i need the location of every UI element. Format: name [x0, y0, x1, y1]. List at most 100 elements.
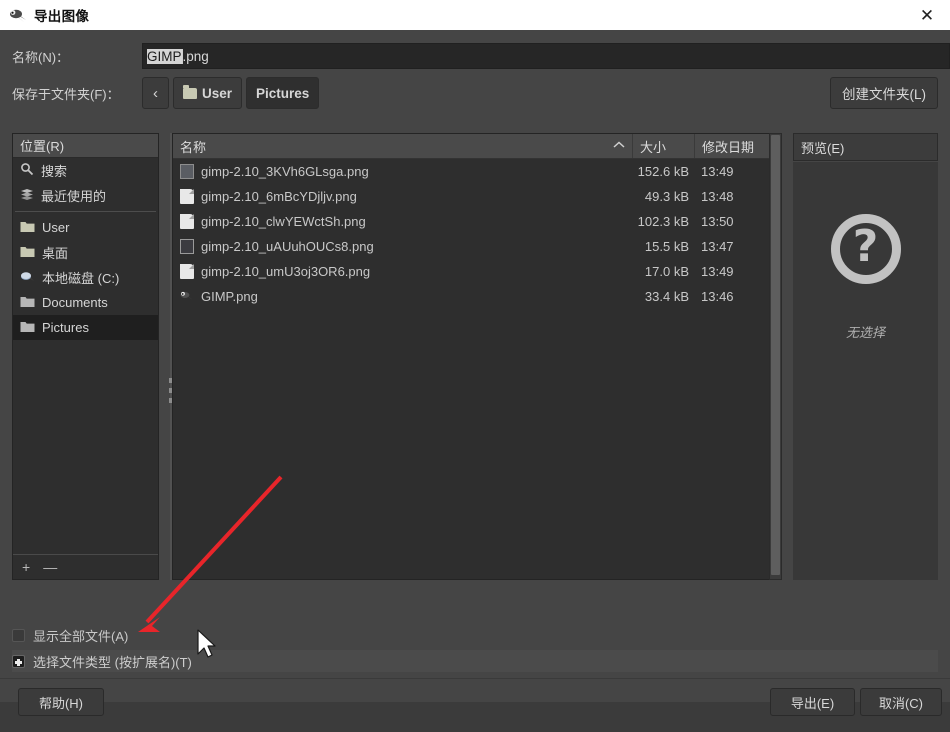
panel-splitter[interactable] — [159, 133, 172, 580]
places-header: 位置(R) — [13, 134, 158, 158]
checkbox-icon[interactable] — [12, 629, 25, 642]
table-row[interactable]: gimp-2.10_6mBcYDjljv.png 49.3 kB 13:48 — [173, 184, 781, 209]
file-name-cell: gimp-2.10_clwYEWctSh.png — [173, 214, 633, 229]
folder-icon — [20, 245, 35, 261]
folder-icon — [20, 220, 35, 236]
file-name-label: GIMP.png — [201, 289, 258, 304]
table-row[interactable]: gimp-2.10_3KVh6GLsga.png 152.6 kB 13:49 — [173, 159, 781, 184]
folder-icon — [183, 88, 197, 99]
file-size-cell: 102.3 kB — [633, 214, 695, 229]
table-row[interactable]: gimp-2.10_clwYEWctSh.png 102.3 kB 13:50 — [173, 209, 781, 234]
file-date-cell: 13:49 — [695, 164, 769, 179]
sidebar-item-recent[interactable]: 最近使用的 — [13, 183, 158, 208]
folder-grey-icon — [20, 295, 35, 311]
export-button[interactable]: 导出(E) — [770, 688, 855, 716]
filename-selected-text: GIMP — [147, 49, 182, 64]
filename-row: 名称(N)： GIMP.png — [12, 43, 938, 69]
sidebar-divider — [15, 211, 156, 212]
file-name-cell: GIMP.png — [173, 289, 633, 304]
column-header-date-label: 修改日期 — [702, 137, 754, 156]
sidebar-item-label: 最近使用的 — [41, 186, 106, 205]
drive-icon — [20, 270, 35, 286]
file-size-cell: 152.6 kB — [633, 164, 695, 179]
search-icon — [20, 162, 34, 179]
file-name-label: gimp-2.10_uAUuhOUCs8.png — [201, 239, 374, 254]
file-chooser-area: 位置(R) 搜索 — [12, 133, 938, 580]
sidebar-item-user[interactable]: User — [13, 215, 158, 240]
document-icon — [180, 264, 194, 279]
show-all-files-checkbox-row[interactable]: 显示全部文件(A) — [12, 624, 128, 646]
file-size-cell: 15.5 kB — [633, 239, 695, 254]
dialog-action-bar: 帮助(H) 导出(E) 取消(C) — [0, 678, 950, 732]
export-button-label: 导出(E) — [791, 693, 834, 712]
table-row[interactable]: GIMP.png 33.4 kB 13:46 — [173, 284, 781, 309]
file-name-label: gimp-2.10_3KVh6GLsga.png — [201, 164, 369, 179]
help-button[interactable]: 帮助(H) — [18, 688, 104, 716]
window-titlebar: 导出图像 ✕ — [0, 0, 950, 30]
file-date-cell: 13:48 — [695, 189, 769, 204]
gimp-wilber-icon — [9, 7, 27, 23]
breadcrumb-item-label: User — [202, 86, 232, 101]
export-image-dialog: 名称(N)： GIMP.png 保存于文件夹(F)： ‹ User Pictur… — [0, 30, 950, 702]
file-size-cell: 17.0 kB — [633, 264, 695, 279]
scrollbar-thumb[interactable] — [771, 135, 780, 575]
create-folder-button[interactable]: 创建文件夹(L) — [830, 77, 938, 109]
sidebar-item-label: Documents — [42, 295, 108, 310]
breadcrumb-item-pictures[interactable]: Pictures — [246, 77, 319, 109]
folder-grey-icon — [20, 320, 35, 336]
file-size-cell: 49.3 kB — [633, 189, 695, 204]
preview-panel: 预览(E) ? 无选择 — [793, 133, 938, 580]
sidebar-item-local-disk-c[interactable]: 本地磁盘 (C:) — [13, 265, 158, 290]
column-header-date[interactable]: 修改日期 — [695, 134, 769, 158]
file-date-cell: 13:50 — [695, 214, 769, 229]
folder-label: 保存于文件夹(F)： — [12, 84, 122, 103]
cancel-button-label: 取消(C) — [879, 693, 923, 712]
breadcrumb: ‹ User Pictures — [142, 77, 319, 109]
select-file-type-label: 选择文件类型 (按扩展名)(T) — [33, 652, 192, 671]
remove-place-button[interactable]: — — [43, 559, 57, 575]
breadcrumb-item-user[interactable]: User — [173, 77, 242, 109]
preview-empty-label: 无选择 — [846, 322, 885, 341]
expander-plus-icon[interactable] — [12, 655, 25, 668]
sidebar-item-label: Pictures — [42, 320, 89, 335]
gimp-wilber-icon — [180, 289, 194, 304]
create-folder-label: 创建文件夹(L) — [842, 83, 926, 103]
preview-body: ? 无选择 — [793, 162, 938, 580]
close-icon[interactable]: ✕ — [904, 0, 950, 30]
show-all-files-label: 显示全部文件(A) — [33, 626, 128, 645]
file-date-cell: 13:46 — [695, 289, 769, 304]
file-name-cell: gimp-2.10_3KVh6GLsga.png — [173, 164, 633, 179]
breadcrumb-back-button[interactable]: ‹ — [142, 77, 169, 109]
file-date-cell: 13:47 — [695, 239, 769, 254]
select-file-type-expander-row[interactable]: 选择文件类型 (按扩展名)(T) — [12, 650, 938, 672]
sidebar-item-label: 桌面 — [42, 243, 68, 262]
file-name-label: gimp-2.10_6mBcYDjljv.png — [201, 189, 357, 204]
image-thumb-dark-icon — [180, 239, 194, 254]
table-row[interactable]: gimp-2.10_uAUuhOUCs8.png 15.5 kB 13:47 — [173, 234, 781, 259]
column-header-name[interactable]: 名称 — [173, 134, 633, 158]
help-button-label: 帮助(H) — [39, 693, 83, 712]
file-list-header: 名称 大小 修改日期 — [173, 134, 781, 159]
file-list-scrollbar[interactable] — [769, 133, 782, 580]
sidebar-item-documents[interactable]: Documents — [13, 290, 158, 315]
file-name-label: gimp-2.10_clwYEWctSh.png — [201, 214, 366, 229]
column-header-size-label: 大小 — [640, 137, 666, 156]
table-row[interactable]: gimp-2.10_umU3oj3OR6.png 17.0 kB 13:49 — [173, 259, 781, 284]
cancel-button[interactable]: 取消(C) — [860, 688, 942, 716]
sidebar-item-label: User — [42, 220, 69, 235]
sort-ascending-icon — [613, 141, 625, 152]
file-name-cell: gimp-2.10_6mBcYDjljv.png — [173, 189, 633, 204]
sidebar-item-desktop[interactable]: 桌面 — [13, 240, 158, 265]
add-place-button[interactable]: + — [22, 559, 30, 575]
column-header-size[interactable]: 大小 — [633, 134, 695, 158]
filename-input[interactable]: GIMP.png — [142, 43, 950, 69]
recent-icon — [20, 187, 34, 204]
sidebar-item-pictures[interactable]: Pictures — [13, 315, 158, 340]
document-icon — [180, 189, 194, 204]
folder-row: 保存于文件夹(F)： ‹ User Pictures — [12, 77, 938, 109]
sidebar-item-search[interactable]: 搜索 — [13, 158, 158, 183]
preview-header: 预览(E) — [793, 133, 938, 161]
file-list: 名称 大小 修改日期 gimp-2.10_3KVh6GLsga.png 15 — [172, 133, 782, 580]
places-list: 搜索 最近使用的 — [13, 158, 158, 554]
file-date-cell: 13:49 — [695, 264, 769, 279]
